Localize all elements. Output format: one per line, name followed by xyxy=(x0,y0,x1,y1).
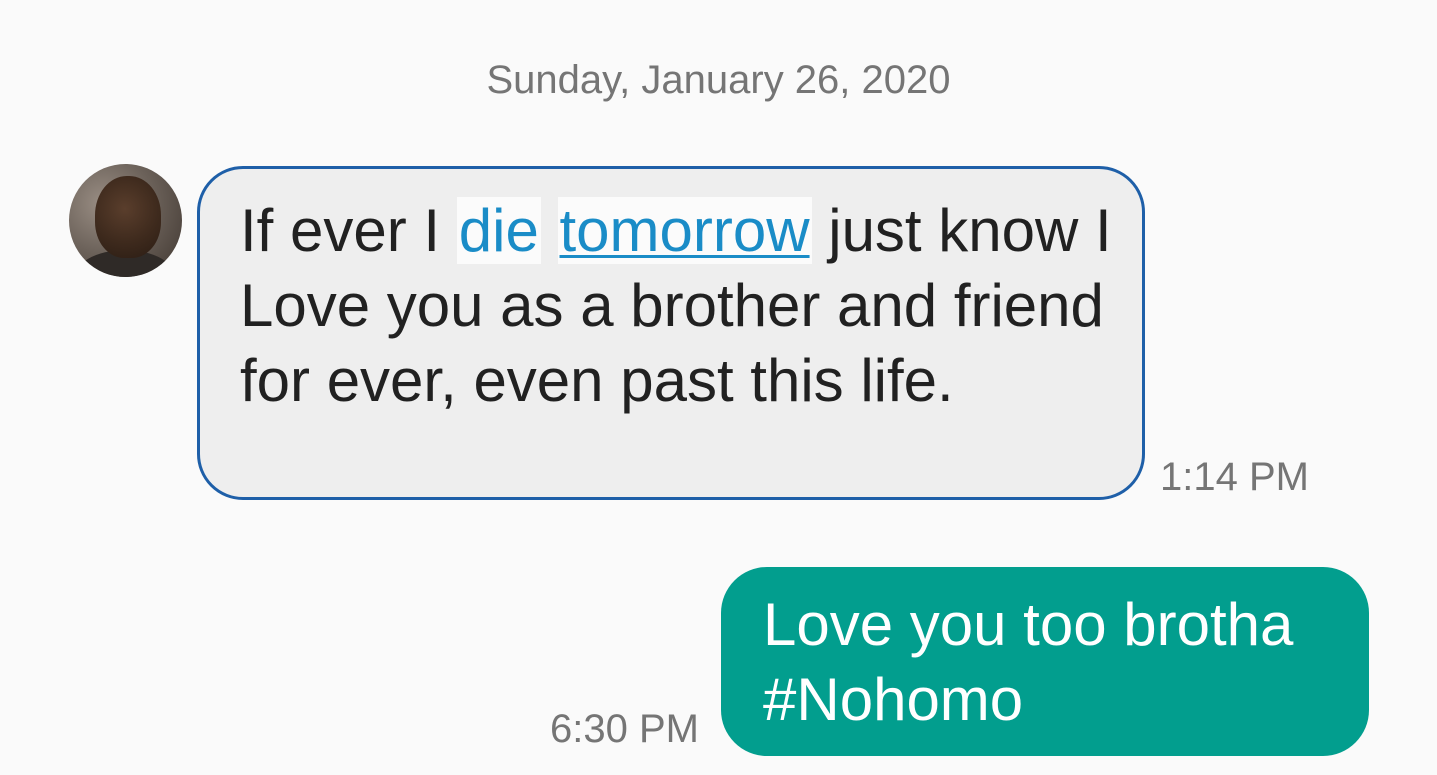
avatar-face xyxy=(95,176,161,258)
outgoing-message-line: Love you too brotha xyxy=(763,591,1294,658)
message-link-tomorrow[interactable]: tomorrow xyxy=(557,197,812,264)
outgoing-message-bubble[interactable]: Love you too brotha #Nohomo xyxy=(721,567,1369,756)
incoming-message-bubble[interactable]: If ever I die tomorrow just know I Love … xyxy=(197,166,1145,500)
incoming-timestamp: 1:14 PM xyxy=(1160,455,1309,499)
message-text-space xyxy=(541,197,558,264)
message-link-die[interactable]: die xyxy=(456,197,541,264)
contact-avatar[interactable] xyxy=(69,164,182,277)
outgoing-timestamp: 6:30 PM xyxy=(550,707,699,751)
outgoing-message-hashtag[interactable]: #Nohomo xyxy=(763,662,1339,737)
date-header: Sunday, January 26, 2020 xyxy=(486,58,951,102)
message-text: If ever I xyxy=(240,197,457,264)
